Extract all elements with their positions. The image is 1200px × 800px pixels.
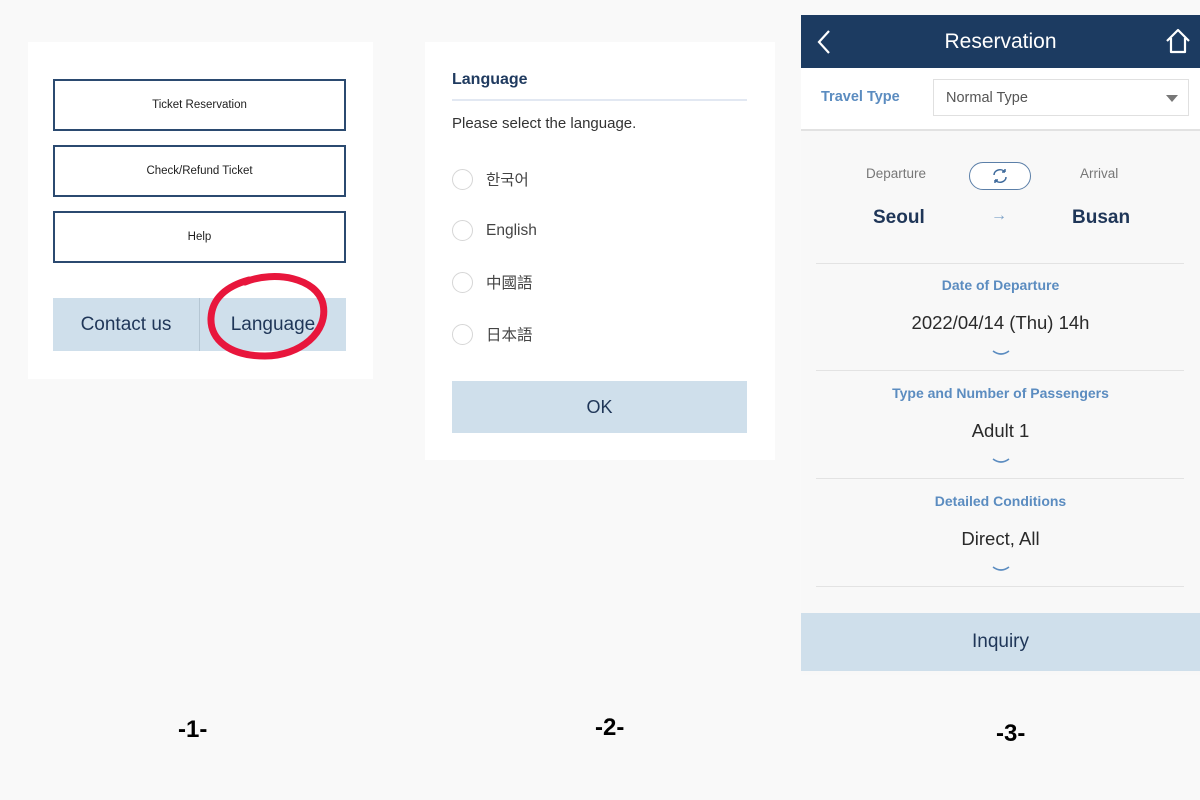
section-value: Direct, All	[961, 528, 1040, 549]
radio-button[interactable]	[452, 220, 473, 241]
swap-icon	[993, 169, 1007, 183]
reservation-screen: Reservation Travel Type Normal Type Depa…	[801, 15, 1200, 675]
dialog-prompt: Please select the language.	[452, 115, 637, 132]
figure-label-1: -1-	[178, 716, 208, 743]
app-header: Reservation	[801, 15, 1200, 68]
chevron-down-icon[interactable]	[991, 349, 1011, 359]
section-title: Date of Departure	[941, 277, 1060, 293]
arrival-station[interactable]: Busan	[1072, 207, 1130, 229]
departure-label: Departure	[866, 166, 927, 181]
title-divider	[452, 99, 747, 101]
travel-type-row: Travel Type Normal Type	[801, 68, 1200, 131]
check-refund-ticket-button[interactable]: Check/Refund Ticket	[53, 145, 346, 197]
chevron-left-icon[interactable]	[815, 29, 833, 55]
divider	[816, 478, 1184, 479]
ok-button[interactable]: OK	[452, 381, 747, 433]
language-option-japanese[interactable]: 日本語	[452, 323, 533, 345]
option-label: English	[486, 221, 537, 239]
radio-button[interactable]	[452, 323, 473, 345]
option-label: 中國語	[486, 275, 533, 292]
language-option-english[interactable]: English	[452, 220, 537, 241]
contact-us-button[interactable]: Contact us	[53, 298, 199, 351]
radio-button[interactable]	[452, 271, 473, 293]
header-title: Reservation	[944, 29, 1057, 53]
divider	[816, 263, 1184, 264]
option-label: 한국어	[486, 172, 529, 189]
language-dialog: Language Please select the language. 한국어…	[425, 42, 775, 460]
divider	[816, 370, 1184, 371]
chevron-down-icon[interactable]	[991, 457, 1011, 467]
dialog-title: Language	[452, 71, 528, 88]
inquiry-button[interactable]: Inquiry	[801, 613, 1200, 671]
travel-type-value: Normal Type	[946, 90, 1028, 106]
language-option-chinese[interactable]: 中國語	[452, 271, 533, 293]
radio-button[interactable]	[452, 168, 473, 190]
swap-stations-button[interactable]	[969, 162, 1031, 190]
figure-label-3: -3-	[996, 720, 1026, 747]
help-button[interactable]: Help	[53, 211, 346, 263]
arrival-label: Arrival	[1080, 166, 1119, 181]
language-option-korean[interactable]: 한국어	[452, 168, 529, 190]
language-button[interactable]: Language	[200, 298, 346, 351]
chevron-down-icon[interactable]	[991, 565, 1011, 575]
divider	[816, 586, 1184, 587]
bottom-bar: Contact us Language	[53, 298, 346, 351]
travel-type-select[interactable]: Normal Type	[933, 79, 1189, 116]
section-value: Adult 1	[971, 420, 1030, 441]
figure-label-2: -2-	[595, 714, 625, 741]
travel-type-label: Travel Type	[821, 89, 900, 105]
section-title: Detailed Conditions	[934, 493, 1067, 509]
arrow-right-icon: →	[991, 207, 1007, 224]
section-value: 2022/04/14 (Thu) 14h	[911, 312, 1090, 333]
main-menu-panel: Ticket Reservation Check/Refund Ticket H…	[28, 42, 373, 379]
dropdown-caret-icon	[1166, 95, 1178, 102]
option-label: 日本語	[486, 327, 533, 344]
ticket-reservation-button[interactable]: Ticket Reservation	[53, 79, 346, 131]
home-icon[interactable]	[1164, 27, 1192, 55]
departure-station[interactable]: Seoul	[873, 207, 925, 229]
section-title: Type and Number of Passengers	[892, 385, 1109, 401]
